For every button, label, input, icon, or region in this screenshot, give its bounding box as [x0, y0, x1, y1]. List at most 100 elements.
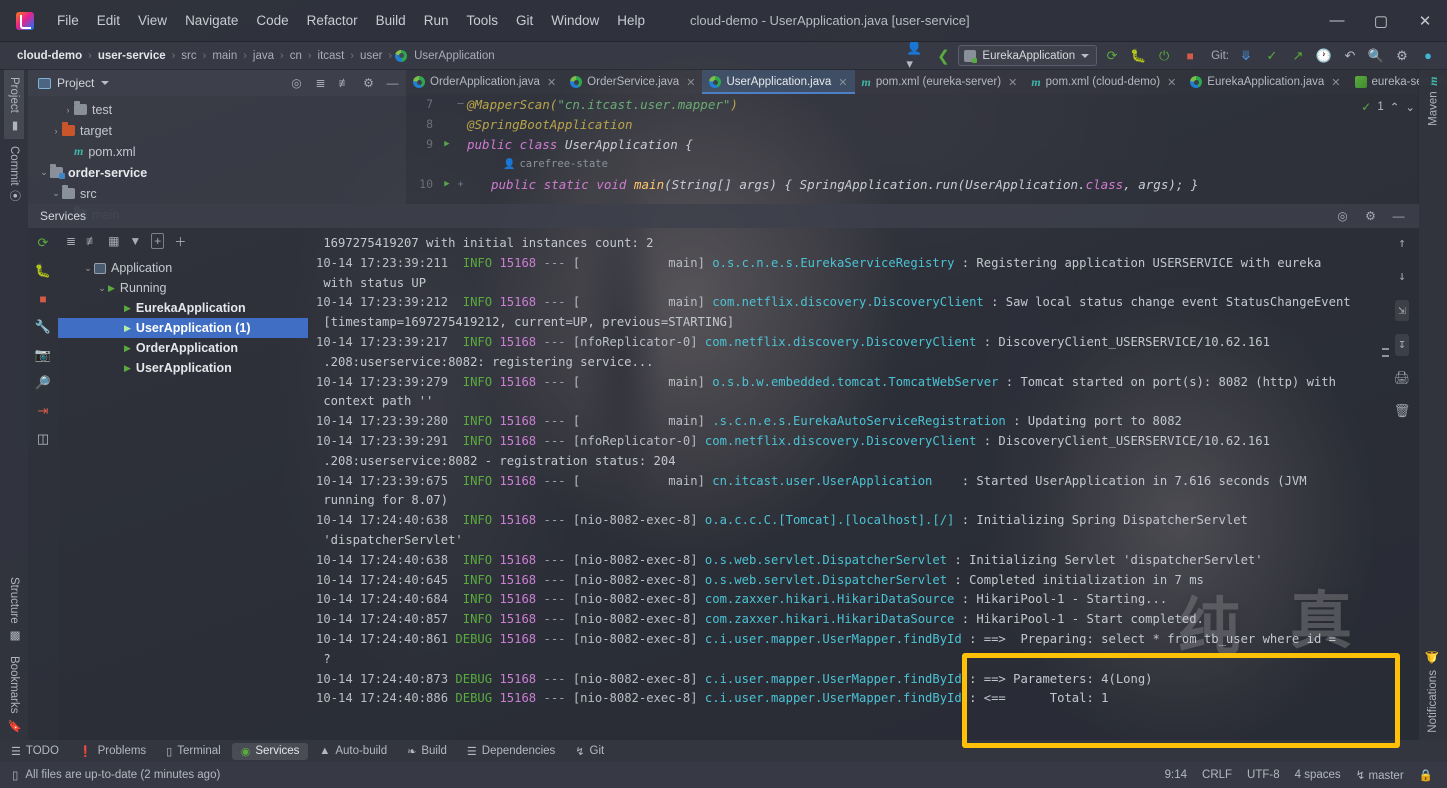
git-branch-widget[interactable]: ↯ master: [1356, 768, 1404, 782]
project-tree-item-test[interactable]: › test: [28, 99, 406, 120]
breadcrumb-item-user[interactable]: user: [357, 49, 385, 63]
sidebar-item-structure[interactable]: Structure ▩: [4, 570, 24, 650]
menu-item-edit[interactable]: Edit: [88, 10, 129, 31]
sidebar-item-bookmarks[interactable]: Bookmarks 🔖: [4, 649, 24, 740]
close-icon[interactable]: ✕: [547, 76, 556, 89]
stop-icon[interactable]: ■: [34, 290, 52, 308]
sidebar-item-notifications[interactable]: Notifications 🔔: [1423, 644, 1443, 740]
chevron-down-icon[interactable]: [101, 81, 110, 85]
run-console[interactable]: 1697275419207 with initial instances cou…: [308, 228, 1419, 742]
tool-tab-problems[interactable]: ❗ Problems: [70, 743, 155, 760]
close-icon[interactable]: ✕: [1167, 76, 1176, 89]
git-history-icon[interactable]: 🕐: [1313, 45, 1335, 67]
attach-debugger-icon[interactable]: 🔎: [34, 374, 52, 392]
minimize-button[interactable]: —: [1315, 0, 1359, 42]
locate-file-icon[interactable]: ◎: [289, 76, 304, 90]
account-icon[interactable]: ●: [1417, 45, 1439, 67]
menu-item-build[interactable]: Build: [367, 10, 415, 31]
export-icon[interactable]: ⇥: [34, 402, 52, 420]
stop-icon[interactable]: ■: [1179, 45, 1201, 67]
sidebar-item-commit[interactable]: Commit ⦿: [3, 139, 25, 209]
breadcrumb-item-itcast[interactable]: itcast: [315, 49, 348, 63]
services-tree-item-running[interactable]: ⌄ ▶ Running: [58, 278, 308, 298]
collapse-all-icon[interactable]: ≢: [337, 76, 352, 90]
editor-tab-userapplication[interactable]: UserApplication.java ✕: [702, 70, 855, 94]
run-icon[interactable]: ⟳: [1101, 45, 1123, 67]
rerun-icon[interactable]: ⟳: [34, 234, 52, 252]
sidebar-item-maven[interactable]: Maven m: [1423, 70, 1444, 133]
tool-tab-build[interactable]: ❧ Build: [398, 743, 456, 760]
add-tab-icon[interactable]: +: [151, 233, 165, 249]
caret-position[interactable]: 9:14: [1165, 769, 1187, 781]
screenshot-icon[interactable]: 📷: [34, 346, 52, 364]
print-icon[interactable]: 🖨: [1394, 369, 1411, 389]
settings-icon[interactable]: ⚙: [361, 76, 376, 90]
run-configuration-selector[interactable]: EurekaApplication: [958, 45, 1098, 66]
next-issue-icon[interactable]: ⌄: [1405, 100, 1415, 114]
user-switch-icon[interactable]: 👤▾: [906, 40, 928, 71]
chevron-down-icon[interactable]: ⌄: [38, 167, 50, 178]
editor-tab-pom-eureka-server[interactable]: m pom.xml (eureka-server) ✕: [855, 70, 1025, 94]
lock-icon[interactable]: 🔒: [1419, 768, 1433, 782]
expand-all-icon[interactable]: ≣: [313, 76, 328, 90]
debug-icon[interactable]: 🐛: [34, 262, 52, 280]
run-gutter-icon[interactable]: ▶: [440, 139, 454, 149]
breadcrumb-item-main[interactable]: main: [209, 49, 240, 63]
debug-icon[interactable]: 🐛: [1127, 45, 1149, 67]
close-icon[interactable]: ✕: [686, 76, 695, 89]
hide-panel-icon[interactable]: —: [385, 76, 400, 90]
menu-item-view[interactable]: View: [129, 10, 176, 31]
filter-icon[interactable]: ▼: [129, 234, 141, 248]
menu-item-tools[interactable]: Tools: [457, 10, 507, 31]
scroll-to-end-icon[interactable]: ↧: [1395, 334, 1409, 357]
services-tree-item-userapplication-1[interactable]: ▶ UserApplication (1): [58, 318, 308, 338]
chevron-down-icon[interactable]: ⌄: [96, 283, 108, 294]
breadcrumb-item-java[interactable]: java: [250, 49, 277, 63]
expand-all-icon[interactable]: ≣: [66, 234, 76, 248]
editor-tab-eurekaapplication[interactable]: EurekaApplication.java ✕: [1183, 70, 1347, 94]
menu-item-file[interactable]: File: [48, 10, 88, 31]
line-separator[interactable]: CRLF: [1202, 769, 1232, 781]
breadcrumb-item-src[interactable]: src: [178, 49, 199, 63]
git-rollback-icon[interactable]: ↶: [1339, 45, 1361, 67]
editor-tab-orderservice[interactable]: OrderService.java ✕: [563, 70, 702, 94]
indent-setting[interactable]: 4 spaces: [1295, 769, 1341, 781]
locate-icon[interactable]: ◎: [1335, 209, 1350, 223]
settings-icon[interactable]: ⚙: [1391, 45, 1413, 67]
tool-tab-auto-build[interactable]: ▲ Auto-build: [310, 743, 396, 759]
services-tree-item-orderapplication[interactable]: ▶ OrderApplication: [58, 338, 308, 358]
soft-wrap-icon[interactable]: ⇲: [1395, 299, 1409, 322]
tool-tab-dependencies[interactable]: ☰ Dependencies: [458, 743, 564, 760]
sidebar-item-project[interactable]: Project ▮: [4, 70, 24, 139]
fold-marker[interactable]: +: [454, 179, 467, 190]
navigate-back-icon[interactable]: ❮: [932, 45, 954, 67]
editor-tab-pom-cloud-demo[interactable]: m pom.xml (cloud-demo) ✕: [1024, 70, 1183, 94]
menu-item-navigate[interactable]: Navigate: [176, 10, 247, 31]
breadcrumb-item-cloud-demo[interactable]: cloud-demo: [14, 49, 85, 63]
layout-icon[interactable]: ◫: [34, 430, 52, 448]
close-icon[interactable]: ✕: [1008, 76, 1017, 89]
breadcrumb-item-userapplication[interactable]: UserApplication: [411, 49, 498, 63]
settings-icon[interactable]: ⚙: [1363, 209, 1378, 223]
previous-issue-icon[interactable]: ⌃: [1390, 100, 1400, 114]
editor-tab-orderapplication[interactable]: OrderApplication.java ✕: [406, 70, 563, 94]
group-by-icon[interactable]: ▦: [108, 234, 119, 248]
menu-item-run[interactable]: Run: [415, 10, 458, 31]
close-icon[interactable]: ✕: [1331, 76, 1340, 89]
menu-item-refactor[interactable]: Refactor: [298, 10, 367, 31]
close-icon[interactable]: ✕: [838, 76, 847, 89]
breadcrumb-item-user-service[interactable]: user-service: [95, 49, 169, 63]
search-everywhere-icon[interactable]: 🔍: [1365, 45, 1387, 67]
menu-item-git[interactable]: Git: [507, 10, 542, 31]
chevron-right-icon[interactable]: ›: [62, 105, 74, 115]
clear-all-icon[interactable]: 🗑: [1394, 402, 1411, 422]
project-tree-item-target[interactable]: › target: [28, 120, 406, 141]
git-push-icon[interactable]: ↗: [1287, 45, 1309, 67]
chevron-down-icon[interactable]: ⌄: [82, 263, 94, 274]
git-update-icon[interactable]: ⤋: [1235, 45, 1257, 67]
services-tree-item-eurekaapplication[interactable]: ▶ EurekaApplication: [58, 298, 308, 318]
menu-item-help[interactable]: Help: [608, 10, 654, 31]
tool-tab-terminal[interactable]: ▯ Terminal: [157, 743, 230, 760]
chevron-down-icon[interactable]: ⌄: [50, 188, 62, 199]
menu-item-code[interactable]: Code: [247, 10, 297, 31]
